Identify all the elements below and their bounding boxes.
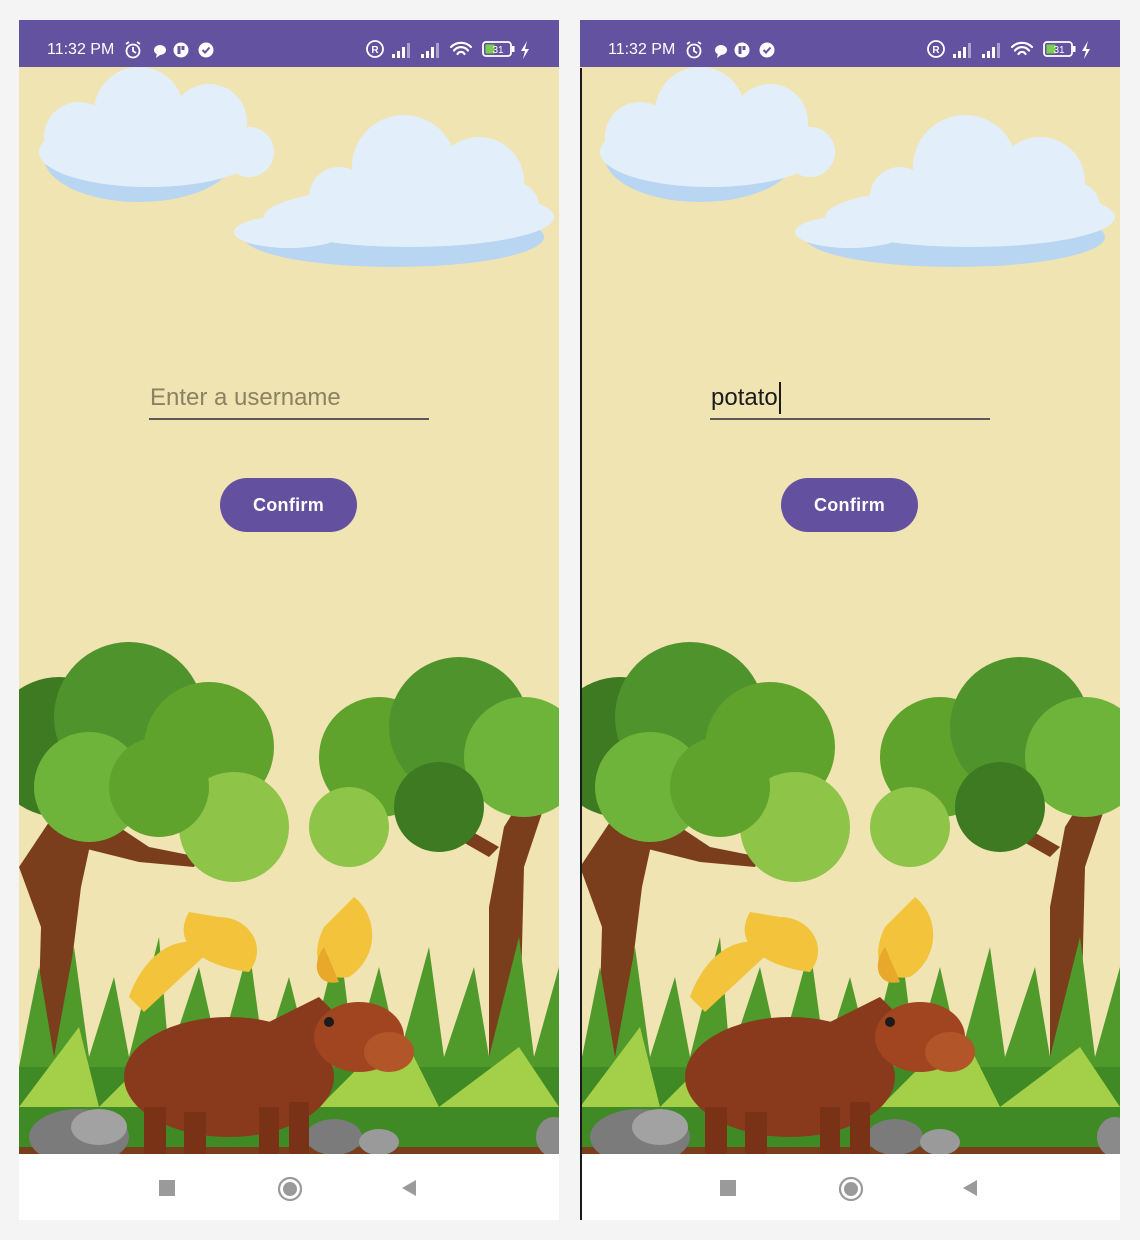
app-notification-icon	[173, 42, 189, 58]
text-cursor	[779, 382, 781, 414]
confirm-button[interactable]: Confirm	[781, 478, 918, 532]
signal-icon	[953, 43, 971, 58]
cloud-right	[234, 115, 554, 267]
notification-icons	[125, 41, 214, 59]
notification-icons	[686, 41, 775, 59]
check-circle-icon	[198, 42, 214, 58]
svg-text:31: 31	[492, 45, 504, 56]
recents-icon[interactable]	[720, 1180, 736, 1196]
navigation-bar	[580, 1154, 1120, 1220]
alarm-icon	[686, 41, 702, 59]
chat-bubble-icon	[154, 45, 166, 58]
username-input-value: potato	[711, 384, 778, 411]
signal-icon	[392, 43, 410, 58]
registered-icon: R	[366, 40, 384, 58]
background-illustration	[580, 67, 1120, 1154]
signal-icon	[421, 43, 439, 58]
phone-screen-empty: 11:32 PM R 31 Enter a username Confirm	[19, 20, 559, 1220]
svg-text:R: R	[371, 45, 379, 56]
svg-text:31: 31	[1053, 45, 1065, 56]
wifi-icon	[449, 41, 473, 56]
chat-bubble-icon	[715, 45, 727, 58]
cloud-left	[600, 67, 835, 202]
status-time: 11:32 PM	[47, 41, 115, 58]
svg-text:R: R	[932, 45, 940, 56]
alarm-icon	[125, 41, 141, 59]
back-icon[interactable]	[960, 1178, 980, 1198]
cloud-left	[39, 67, 274, 202]
battery-icon: 31	[1043, 41, 1076, 57]
back-icon[interactable]	[399, 1178, 419, 1198]
signal-icon	[982, 43, 1000, 58]
cloud-right	[795, 115, 1115, 267]
status-time: 11:32 PM	[608, 41, 676, 58]
charging-icon	[1082, 41, 1090, 59]
username-input[interactable]	[149, 382, 429, 420]
status-bar: 11:32 PM R 31	[580, 20, 1120, 67]
phone-screen-filled: 11:32 PM R 31 potato Confirm	[580, 20, 1120, 1220]
confirm-button[interactable]: Confirm	[220, 478, 357, 532]
check-circle-icon	[759, 42, 775, 58]
recents-icon[interactable]	[159, 1180, 175, 1196]
system-icons: R 31	[927, 40, 1090, 59]
battery-icon: 31	[482, 41, 515, 57]
wifi-icon	[1010, 41, 1034, 56]
charging-icon	[521, 41, 529, 59]
registered-icon: R	[927, 40, 945, 58]
status-bar: 11:32 PM R 31	[19, 20, 559, 67]
system-icons: R 31	[366, 40, 529, 59]
app-notification-icon	[734, 42, 750, 58]
navigation-bar	[19, 1154, 559, 1220]
home-icon[interactable]	[277, 1176, 303, 1202]
home-icon[interactable]	[838, 1176, 864, 1202]
background-illustration	[19, 67, 559, 1154]
